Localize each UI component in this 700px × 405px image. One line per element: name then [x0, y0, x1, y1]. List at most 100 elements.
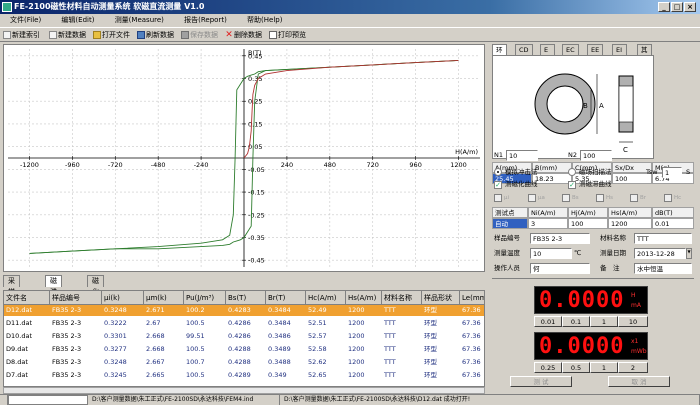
dim-label-a: A [599, 102, 604, 110]
range2-05-button[interactable]: 0.5 [562, 362, 590, 373]
column-header[interactable]: Le(mm) [460, 291, 484, 305]
table-row[interactable]: D11.dat FB35 2-3 0.3222 2.67 100.5 0.4286 0.34… [4, 318, 484, 329]
table-cell: 100.2 [186, 306, 205, 314]
table-row[interactable]: D8.dat FB35 2-3 0.3248 2.667 100.7 0.4288 0.34… [4, 357, 484, 368]
dim-label-b: B [583, 102, 588, 110]
column-header[interactable]: Bs(T) [226, 291, 266, 305]
tab-ei[interactable]: EI型 [612, 44, 627, 64]
column-header[interactable]: Hc(A/m) [306, 291, 346, 305]
print-preview-button[interactable]: 打印预览 [268, 29, 308, 41]
delete-data-button[interactable]: ✕ 删除数据 [224, 29, 264, 41]
ua-checkbox[interactable] [528, 194, 536, 202]
column-header[interactable]: μi(k) [102, 291, 144, 305]
n1-input[interactable]: 10 [506, 150, 538, 161]
table-cell: FB35 2-3 [52, 345, 82, 353]
test-point-value[interactable]: 自动 [492, 218, 528, 229]
table-cell: 2.67 [146, 319, 161, 327]
table-row[interactable]: D12.dat FB35 2-3 0.3248 2.671 100.2 0.4283 0.3… [4, 305, 484, 316]
column-header[interactable]: 样品形状 [422, 291, 460, 305]
table-row[interactable]: D10.dat FB35 2-3 0.3301 2.668 99.51 0.4286 0.3… [4, 331, 484, 342]
close-button[interactable]: × [684, 2, 696, 12]
test-button[interactable]: 测 试 [510, 376, 572, 387]
range1-01-button[interactable]: 0.1 [562, 316, 590, 327]
measure-curve-checkbox[interactable]: ✓ [494, 181, 502, 189]
range2-1-button[interactable]: 1 [590, 362, 618, 373]
tab-ring[interactable]: 环型 [492, 44, 507, 64]
tab-e[interactable]: E型 [540, 44, 555, 64]
tab-hysteresis-loop[interactable]: 磁滞回线 [45, 275, 62, 318]
table-cell: 67.36 [462, 319, 481, 327]
range1-1-button[interactable]: 1 [590, 316, 618, 327]
new-index-button[interactable]: 新建索引 [2, 29, 42, 41]
range2-025-button[interactable]: 0.25 [534, 362, 562, 373]
ui-checkbox[interactable] [494, 194, 502, 202]
br-checkbox[interactable] [630, 194, 638, 202]
column-header[interactable]: 样品编号 [50, 291, 102, 305]
column-header[interactable]: Br(T) [266, 291, 306, 305]
folder-icon [93, 31, 101, 39]
date-input[interactable]: 2013-12-28 [634, 248, 686, 259]
range1-001-button[interactable]: 0.01 [534, 316, 562, 327]
table-header: 文件名 样品编号 μi(k) μm(k) Pu(J/m³) Bs(T) Br(T) Hc(A/… [4, 291, 484, 305]
dim-b-value[interactable]: 18.23 [532, 173, 572, 184]
date-dropdown[interactable]: ▼ [686, 248, 692, 259]
sample-no-input[interactable]: FB35 2-3 [530, 233, 590, 244]
y-tick-label: -0.15 [248, 189, 265, 197]
tsw-input[interactable]: 1 [662, 167, 682, 178]
hs-value[interactable]: 1200 [608, 218, 652, 229]
temp-input[interactable]: 10 [530, 248, 572, 259]
table-row[interactable]: D7.dat FB35 2-3 0.3245 2.665 100.5 0.4289 0.34… [4, 370, 484, 381]
menu-measure[interactable]: 测量(Measure) [115, 14, 164, 27]
table-cell: 52.65 [308, 371, 327, 379]
refresh-data-button[interactable]: 刷新数据 [136, 29, 176, 41]
measure-loop-checkbox[interactable]: ✓ [568, 181, 576, 189]
tab-other[interactable]: 其它 [637, 44, 652, 64]
mode-pulse-radio[interactable] [494, 168, 502, 176]
column-header[interactable]: μm(k) [144, 291, 184, 305]
table-row[interactable]: D9.dat FB35 2-3 0.3277 2.668 100.5 0.4288 0.34… [4, 344, 484, 355]
db-value[interactable]: 0.01 [652, 218, 694, 229]
hs-checkbox[interactable] [596, 194, 604, 202]
operator-input[interactable]: 何 [530, 263, 590, 274]
range1-10-button[interactable]: 10 [618, 316, 648, 327]
tab-cd[interactable]: CD型 [515, 44, 533, 64]
table-cell: 0.3486 [268, 332, 291, 340]
hc-checkbox[interactable] [664, 194, 672, 202]
menu-report[interactable]: 报告(Report) [184, 14, 227, 27]
tab-ee[interactable]: EE型 [587, 44, 604, 64]
range2-2-button[interactable]: 2 [618, 362, 648, 373]
table-cell: 0.4289 [228, 371, 251, 379]
bs-checkbox[interactable] [562, 194, 570, 202]
ni-value[interactable]: 3 [528, 218, 568, 229]
column-header[interactable]: 材料名称 [382, 291, 422, 305]
maximize-button[interactable]: □ [671, 2, 683, 12]
open-file-button[interactable]: 打开文件 [92, 29, 132, 41]
column-header[interactable]: 文件名 [4, 291, 50, 305]
y-tick-label: -0.25 [248, 211, 265, 219]
menu-file[interactable]: 文件(File) [10, 14, 41, 27]
table-cell: D7.dat [6, 371, 28, 379]
save-data-button[interactable]: 保存数据 [180, 29, 220, 41]
minimize-button[interactable]: _ [658, 2, 670, 12]
tab-magnetization-curve[interactable]: 磁化曲线 [87, 275, 104, 318]
table-cell: TTT [384, 371, 396, 379]
material-input[interactable]: TTT [634, 233, 692, 244]
column-header[interactable]: Pu(J/m³) [184, 291, 226, 305]
horizontal-scrollbar[interactable] [3, 387, 485, 394]
mode-scan-radio[interactable] [568, 168, 576, 176]
tab-sampling-waveform[interactable]: 采样波形 [3, 275, 20, 318]
n2-input[interactable]: 100 [580, 150, 612, 161]
dim-header: B(mm) [532, 162, 572, 173]
menu-help[interactable]: 帮助(Help) [247, 14, 282, 27]
column-header[interactable]: Hs(A/m) [346, 291, 382, 305]
tab-ec[interactable]: EC型 [562, 44, 579, 64]
refresh-icon [137, 31, 145, 39]
delete-icon: ✕ [225, 30, 233, 40]
new-data-button[interactable]: 新建数据 [48, 29, 88, 41]
table-cell: 67.36 [462, 358, 481, 366]
cancel-button[interactable]: 取 消 [608, 376, 670, 387]
ring-core-diagram: A B C [492, 55, 654, 159]
menu-edit[interactable]: 编辑(Edit) [61, 14, 94, 27]
remark-input[interactable]: 水中恒温 [634, 263, 692, 274]
hj-value[interactable]: 100 [568, 218, 608, 229]
